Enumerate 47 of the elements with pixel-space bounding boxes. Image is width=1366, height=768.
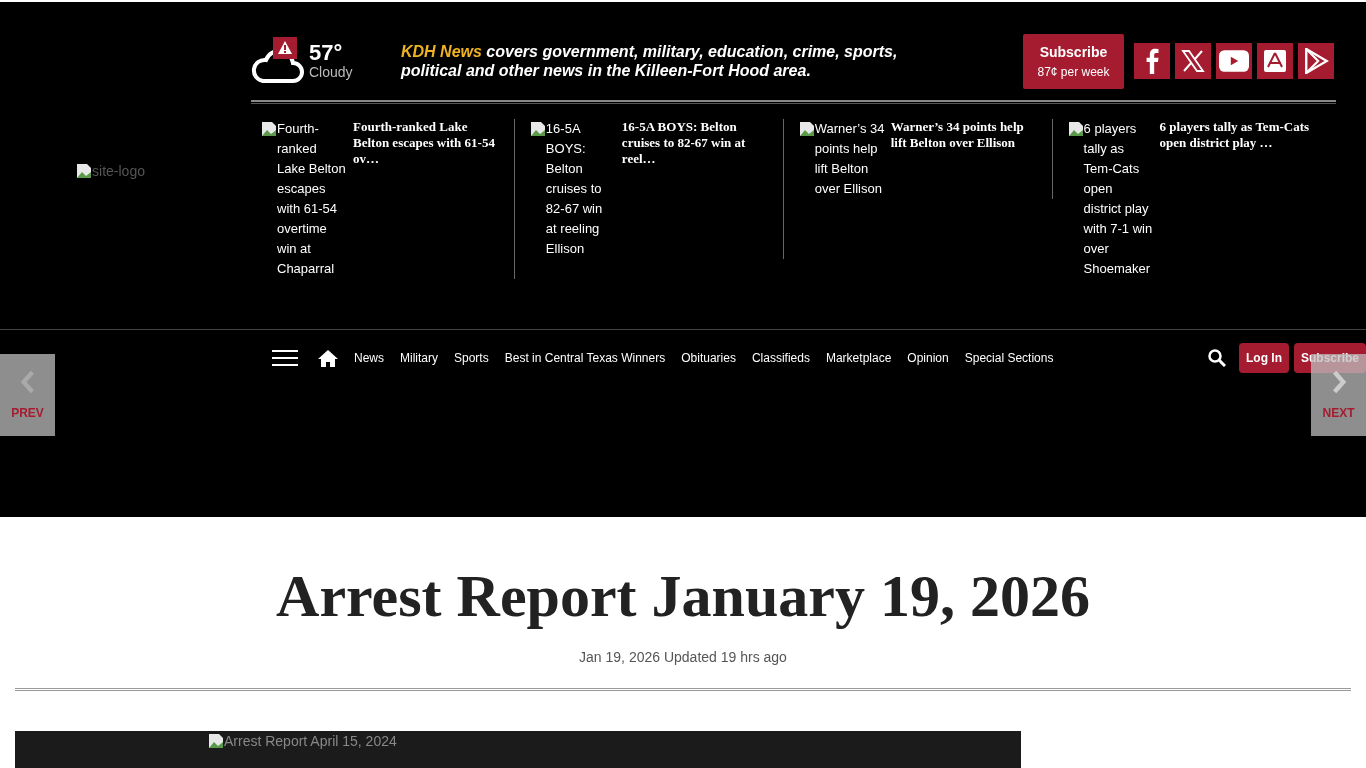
nav-link[interactable]: Military [400, 350, 438, 365]
tagline: KDH News covers government, military, education, crime, sports, political and other news in the Killeen-Fort Hood area. [401, 42, 899, 80]
image-alt-text: 16-5A BOYS: Belton cruises to 82-67 win at reeling Ellison [545, 120, 604, 258]
menu-icon[interactable] [272, 349, 298, 366]
headline-image[interactable]: Fourth-ranked Lake Belton escapes with 61-54 overtime win at Chaparral [261, 119, 347, 279]
login-button[interactable]: Log In [1238, 343, 1289, 373]
broken-image-icon [261, 121, 277, 137]
logo-alt-text: site-logo [92, 163, 145, 179]
headline-link[interactable]: Fourth-ranked Lake Belton escapes with 61-54 ov… [353, 119, 504, 279]
search-icon[interactable] [1207, 349, 1226, 367]
article-dateline: Jan 19, 2026 Updated 19 hrs ago [578, 649, 788, 665]
facebook-icon[interactable] [1134, 43, 1170, 79]
broken-image-icon [76, 163, 93, 179]
weather-condition: Cloudy [309, 65, 353, 81]
broken-image-icon [208, 733, 224, 749]
broken-image-icon [798, 121, 815, 137]
image-alt-text: 6 players tally as Tem-Cats open district play with 7-1 win over Shoemaker [1083, 120, 1154, 278]
image-alt-text: Warner’s 34 points help lift Belton over Ellison [814, 120, 885, 198]
nav-link[interactable]: Obituaries [681, 350, 736, 365]
chevron-right-icon [1330, 370, 1347, 394]
nav-link[interactable]: Sports [454, 350, 489, 365]
x-logo-icon[interactable] [1175, 43, 1211, 79]
broken-image-icon [1067, 121, 1084, 137]
headline-link[interactable]: 6 players tally as Tem-Cats open district play … [1159, 119, 1336, 279]
home-icon[interactable] [318, 348, 338, 367]
headline-image[interactable]: Warner’s 34 points help lift Belton over Ellison [798, 119, 885, 199]
app-store-icon[interactable] [1257, 43, 1293, 79]
play-store-icon[interactable] [1298, 43, 1334, 79]
chevron-left-icon [19, 370, 36, 394]
youtube-icon[interactable] [1216, 43, 1252, 79]
nav-link[interactable]: Special Sections [964, 350, 1054, 365]
image-alt-text: Arrest Report April 15, 2024 [224, 733, 397, 749]
nav-link[interactable]: Best in Central Texas Winners [504, 350, 666, 365]
image-alt-text: Fourth-ranked Lake Belton escapes with 61-54 overtime win at Chaparral [277, 120, 347, 278]
cloud-alert-icon [251, 37, 305, 85]
headline-image[interactable]: 6 players tally as Tem-Cats open district play with 7-1 win over Shoemaker [1067, 119, 1154, 279]
nav-link[interactable]: Marketplace [825, 350, 892, 365]
broken-image-icon [529, 121, 546, 137]
temperature: 57° [309, 41, 344, 66]
headline-link[interactable]: Warner’s 34 points help lift Belton over Ellison [890, 119, 1042, 199]
nav-link[interactable]: Classifieds [751, 350, 810, 365]
headline-image[interactable]: 16-5A BOYS: Belton cruises to 82-67 win at reeling Ellison [529, 119, 616, 259]
article-title: Arrest Report January 19, 2026 [275, 562, 1091, 631]
nav-link[interactable]: News [354, 350, 384, 365]
nav-link[interactable]: Opinion [907, 350, 949, 365]
subscribe-button[interactable]: Subscribe 87¢ per week [1023, 33, 1124, 89]
headline-link[interactable]: 16-5A BOYS: Belton cruises to 82-67 win at reel… [621, 119, 773, 259]
